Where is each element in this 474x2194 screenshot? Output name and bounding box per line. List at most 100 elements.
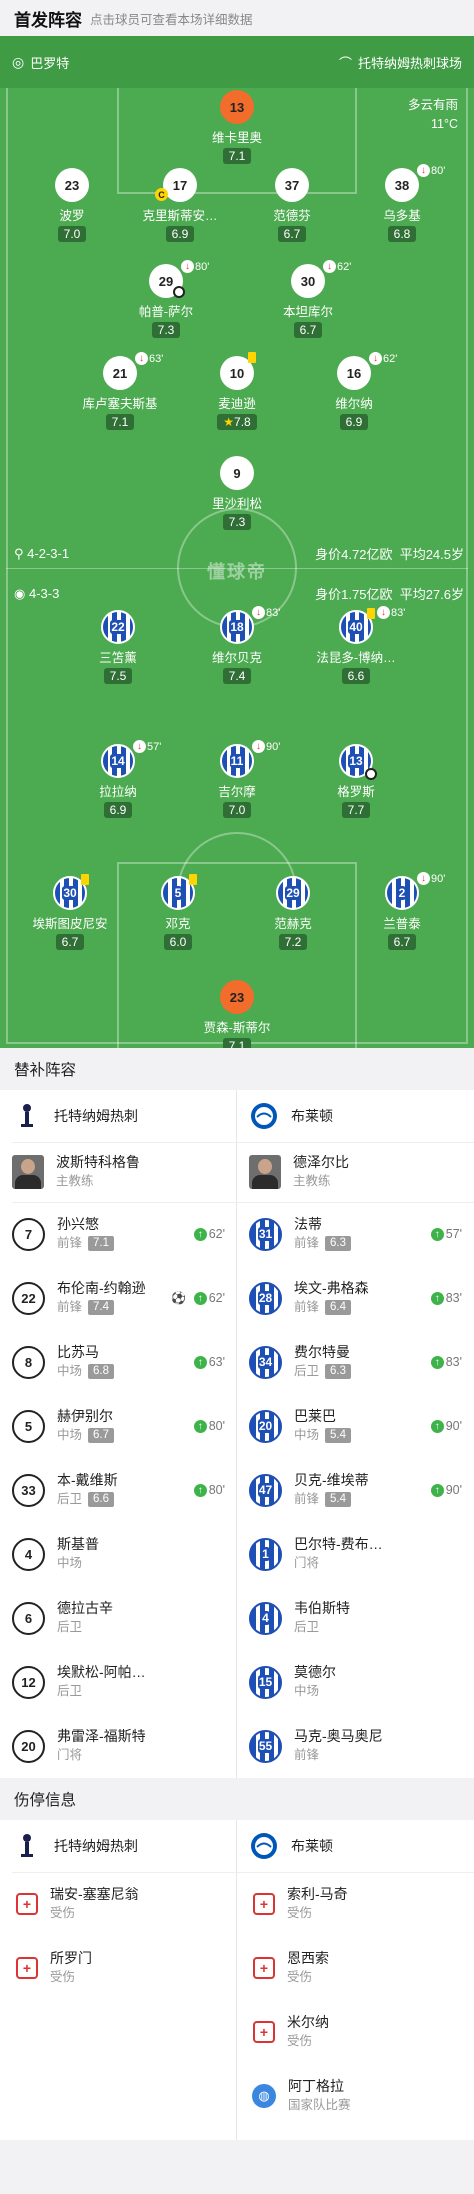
coach-avatar [249,1155,281,1189]
sub-player[interactable]: 7 孙兴慜 前锋 7.1 ↑ 62' [0,1202,237,1266]
sub-player[interactable]: 55 马克-奥马奥尼 前锋 [237,1714,474,1778]
away-player[interactable]: 23 贾森-斯蒂尔 7.1 [182,980,292,1048]
home-player[interactable]: 38 ↓ 80' 乌多基 6.8 [347,164,457,243]
captain-icon: C [155,188,168,201]
away-team-row[interactable]: 布莱顿 [237,1090,474,1142]
away-player[interactable]: 22 三笘薰 7.5 [63,610,173,685]
brighton-logo-icon [249,1831,279,1861]
home-player[interactable]: 17 C 克里斯蒂安… 6.9 [125,168,235,243]
injured-player[interactable]: + 恩西索 受伤 [237,1936,474,2000]
sub-off-icon: ↓ [252,606,265,619]
home-player[interactable]: 13 维卡里奥 7.1 [182,90,292,165]
sub-in-icon: ↑ [430,1355,444,1369]
tottenham-logo-icon [12,1831,42,1861]
tottenham-logo-icon [12,1101,42,1131]
away-player[interactable]: 40 ↓ 83' 法昆多-博纳… 6.6 [301,606,411,685]
sub-off-icon: ↓ [133,740,146,753]
sub-in-icon: ↑ [430,1291,444,1305]
home-coach[interactable]: 波斯特科格鲁 主教练 [0,1142,237,1202]
sub-in-icon: ↑ [430,1227,444,1241]
sub-off-icon: ↓ [377,606,390,619]
home-player[interactable]: 23 波罗 7.0 [17,168,127,243]
sub-player[interactable]: 1 巴尔特-费布… 门将 [237,1522,474,1586]
away-player[interactable]: 5 邓克 6.0 [123,874,233,951]
sub-player[interactable]: 15 莫德尔 中场 [237,1650,474,1714]
player-number: 13 [220,90,254,124]
away-player[interactable]: 30 埃斯图皮尼安 6.7 [15,874,125,951]
sub-player[interactable]: 33 本-戴维斯 后卫 6.6 ↑ 80' [0,1458,237,1522]
referee-name: 巴罗特 [30,55,70,71]
away-player[interactable]: 29 范赫克 7.2 [238,876,348,951]
injured-player[interactable]: + 米尔纳 受伤 [237,2000,474,2064]
sub-player[interactable]: 22 布伦南-约翰逊 前锋 7.4 ⚽ ↑ 62' [0,1266,237,1330]
injured-player[interactable]: + 瑞安-塞塞尼翁 受伤 [0,1872,237,1936]
home-player[interactable]: 30 ↓ 62' 本坦库尔 6.7 [253,260,363,339]
sub-player[interactable]: 4 韦伯斯特 后卫 [237,1586,474,1650]
sub-player[interactable]: 4 斯基普 中场 [0,1522,237,1586]
section-title: 首发阵容 [14,10,82,30]
section-subtitle: 点击球员可查看本场详细数据 [90,12,253,27]
globe-icon: ◍ [252,2084,276,2108]
sub-player[interactable]: 20 巴莱巴 中场 5.4 ↑ 90' [237,1394,474,1458]
weather-text: 多云有雨 [407,98,458,112]
sub-off-icon: ↓ [135,352,148,365]
sub-in-icon: ↑ [193,1291,207,1305]
sub-off-icon: ↓ [252,740,265,753]
away-team-icon: ◉ [14,585,26,601]
medical-kit-icon: + [253,1893,275,1915]
away-player[interactable]: 18 ↓ 83' 维尔贝克 7.4 [182,606,292,685]
away-player[interactable]: 11 ↓ 90' 吉尔摩 7.0 [182,740,292,819]
yellow-card-icon [367,608,375,619]
injury-title: 伤停信息 [0,1778,474,1820]
temperature: 11°C [430,117,458,131]
home-team-row[interactable]: 托特纳姆热刺 [0,1090,237,1142]
home-player[interactable]: 9 里沙利松 7.3 [182,456,292,531]
sub-in-icon: ↑ [430,1419,444,1433]
sub-off-indicator: ↓ 80' [417,164,445,177]
yellow-card-icon [189,874,197,885]
away-formation: 4-3-3 [28,585,60,601]
away-team-row[interactable]: 布莱顿 [237,1820,474,1872]
sub-player[interactable]: 20 弗雷泽-福斯特 门将 [0,1714,237,1778]
goal-ball-icon [173,286,185,298]
sub-off-icon: ↓ [369,352,382,365]
away-coach[interactable]: 德泽尔比 主教练 [237,1142,474,1202]
home-team-row[interactable]: 托特纳姆热刺 [0,1820,237,1872]
sub-player[interactable]: 47 贝克-维埃蒂 前锋 5.4 ↑ 90' [237,1458,474,1522]
yellow-card-icon [248,352,256,363]
medical-kit-icon: + [16,1893,38,1915]
home-player[interactable]: 16 ↓ 62' 维尔纳 6.9 [299,352,409,431]
home-player[interactable]: 21 ↓ 63' 库卢塞夫斯基 7.1 [65,352,175,431]
away-age: 平均27.6岁 [399,587,464,602]
brighton-logo-icon [249,1101,279,1131]
sub-off-icon: ↓ [417,872,430,885]
sub-player[interactable]: 12 埃默松-阿帕… 后卫 [0,1650,237,1714]
away-player[interactable]: 2 ↓ 90' 兰普泰 6.7 [347,872,457,951]
subs-title: 替补阵容 [0,1048,474,1090]
injured-player[interactable]: + 索利-马奇 受伤 [237,1872,474,1936]
sub-player[interactable]: 5 赫伊别尔 中场 6.7 ↑ 80' [0,1394,237,1458]
sub-player[interactable]: 6 德拉古辛 后卫 [0,1586,237,1650]
sub-in-icon: ↑ [193,1227,207,1241]
sub-player[interactable]: 31 法蒂 前锋 6.3 ↑ 57' [237,1202,474,1266]
injured-player[interactable]: + 所罗门 受伤 [0,1936,237,2000]
match-info-bar: ◎ 巴罗特 ⌒ 托特纳姆热刺球场 [0,36,474,88]
injured-player[interactable]: ◍ 阿丁格拉 国家队比赛 [237,2064,474,2128]
home-player[interactable]: 10 麦迪逊 ★7.8 [182,352,292,431]
coach-avatar [12,1155,44,1189]
home-player[interactable]: 37 范德芬 6.7 [237,168,347,243]
lineup-header: 首发阵容 点击球员可查看本场详细数据 [0,0,474,36]
formation-bar: ⚲ 4-2-3-1 身价4.72亿欧 平均24.5岁 懂球帝 ◉ 4-3-3 身… [0,536,474,606]
sub-player[interactable]: 34 费尔特曼 后卫 6.3 ↑ 83' [237,1330,474,1394]
sub-player[interactable]: 8 比苏马 中场 6.8 ↑ 63' [0,1330,237,1394]
watermark: 懂球帝 [207,562,267,582]
sub-off-icon: ↓ [323,260,336,273]
home-player[interactable]: 29 ↓ 80' 帕普-萨尔 7.3 [111,260,221,339]
medical-kit-icon: + [16,1957,38,1979]
sub-player[interactable]: 28 埃文-弗格森 前锋 6.4 ↑ 83' [237,1266,474,1330]
whistle-icon: ◎ [12,53,25,70]
star-icon: ★ [223,415,235,429]
away-player[interactable]: 14 ↓ 57' 拉拉纳 6.9 [63,740,173,819]
away-player[interactable]: 13 格罗斯 7.7 [301,744,411,819]
sub-in-icon: ↑ [430,1483,444,1497]
